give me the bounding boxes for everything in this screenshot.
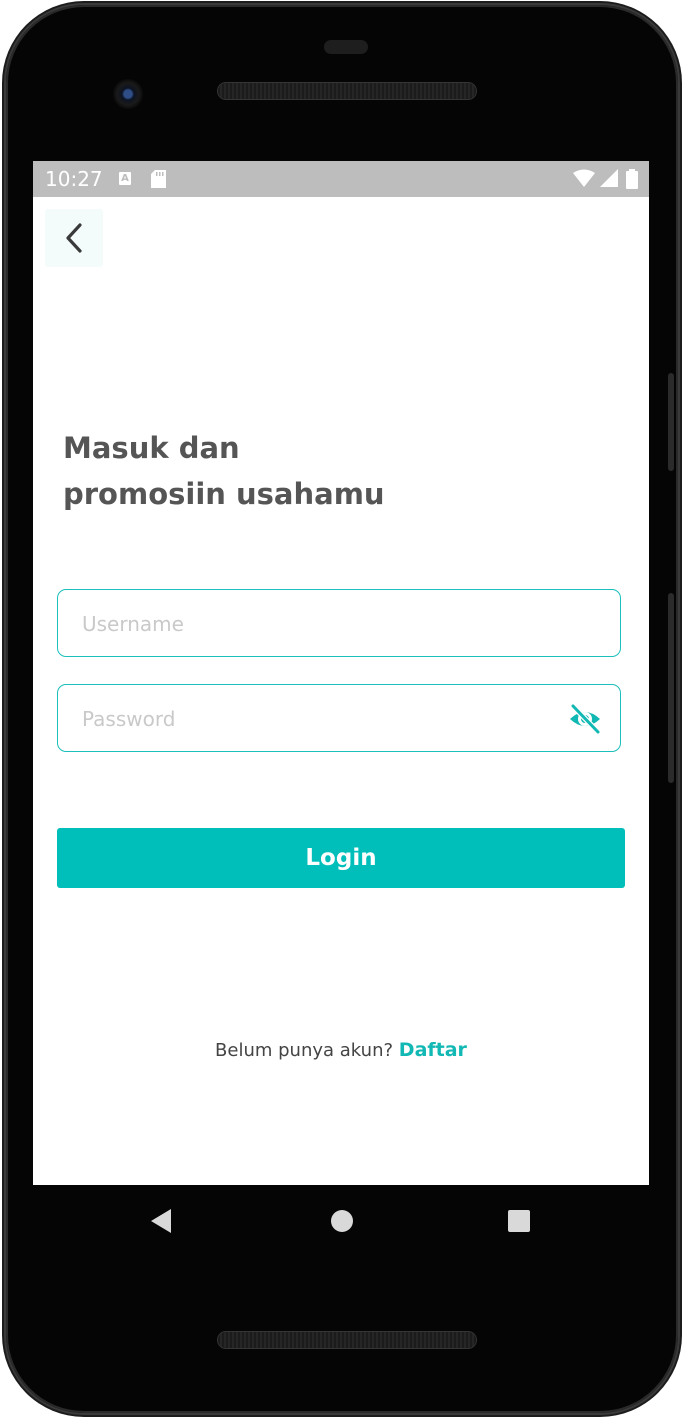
battery-icon	[625, 169, 639, 189]
home-circle-icon	[331, 1210, 353, 1232]
eye-off-icon	[570, 703, 601, 735]
signup-prompt-text: Belum punya akun?	[215, 1040, 394, 1061]
nav-recents-button[interactable]	[507, 1207, 531, 1239]
back-button[interactable]	[45, 209, 103, 267]
top-earpiece	[324, 40, 368, 54]
power-button	[668, 373, 674, 471]
status-time: 10:27	[45, 167, 103, 191]
password-input[interactable]	[80, 685, 554, 753]
nav-back-button[interactable]	[149, 1207, 173, 1239]
volume-button	[668, 593, 674, 783]
bottom-speaker-grille	[218, 1332, 476, 1348]
chevron-left-icon	[66, 223, 82, 253]
recents-square-icon	[508, 1210, 530, 1232]
signup-link[interactable]: Daftar	[399, 1039, 467, 1061]
wifi-icon	[572, 169, 600, 188]
username-input[interactable]	[80, 590, 554, 658]
back-triangle-icon	[151, 1209, 171, 1233]
top-speaker-grille	[218, 83, 476, 99]
nav-home-button[interactable]	[329, 1207, 355, 1239]
notification-a-icon: A	[119, 172, 131, 185]
page-title: Masuk dan promosiin usahamu	[63, 425, 583, 517]
status-bar: 10:27 A	[33, 161, 649, 197]
system-nav-bar	[33, 1185, 649, 1257]
front-camera	[113, 79, 143, 109]
sd-card-icon	[151, 170, 166, 192]
password-visibility-toggle[interactable]	[568, 703, 602, 739]
login-button[interactable]: Login	[57, 828, 625, 888]
username-field-container	[57, 589, 621, 658]
app-screen: 10:27 A Masuk dan promosiin usahamu User…	[33, 161, 649, 1185]
cell-signal-icon	[599, 169, 625, 188]
signup-prompt-row: Belum punya akun? Daftar	[33, 1039, 649, 1061]
title-line-1: Masuk dan	[63, 431, 240, 465]
password-field-container	[57, 684, 621, 753]
title-line-2: promosiin usahamu	[63, 477, 385, 511]
